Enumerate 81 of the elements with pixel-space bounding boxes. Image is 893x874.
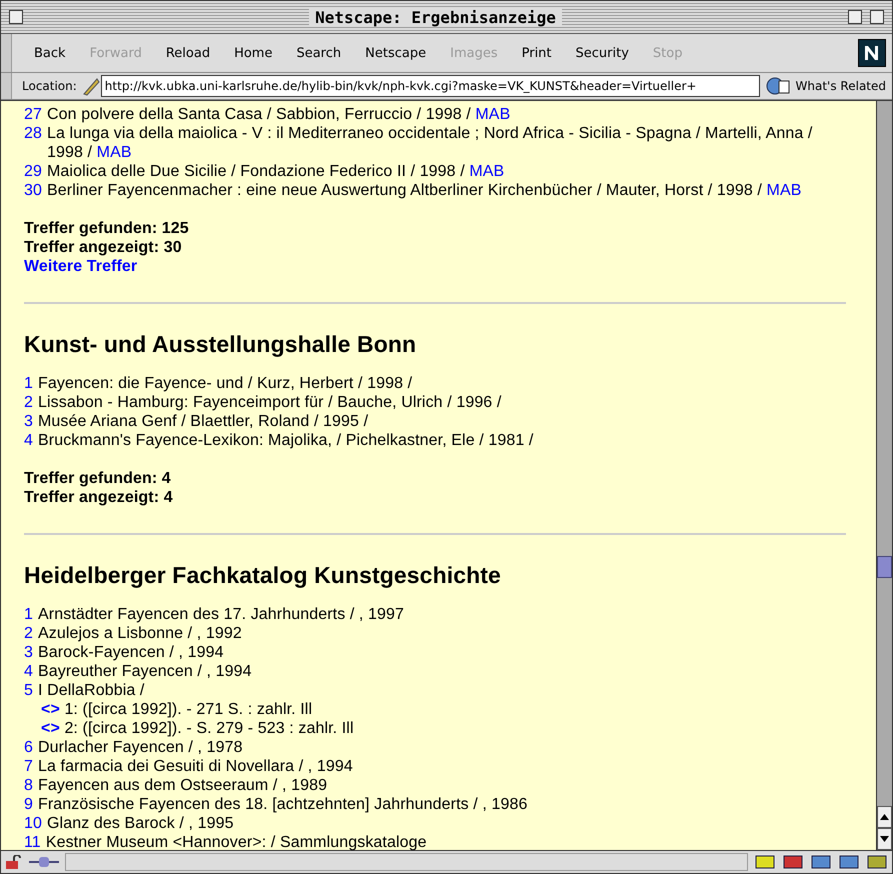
volume-text: 2: ([circa 1992]). - S. 279 - 523 : zahlr. Ill [64,720,354,737]
result-text: La lunga via della maiolica - V : il Mediterraneo occidentale ; Nord Africa - Sicilia - Spagna / Martelli, Anna / 1998 / MAB [47,124,814,162]
result-text: Fayencen: die Fayence- und / Kurz, Herbert / 1998 / [38,374,412,393]
result-number-link[interactable]: 5 [24,681,33,700]
mab-link[interactable]: MAB [96,144,132,161]
toolbar-button[interactable]: Search [284,34,354,72]
window-title: Netscape: Ergebnisanzeige [309,8,562,26]
result-number-link[interactable]: 8 [24,776,33,795]
scrollbar[interactable] [876,101,892,850]
component-bar-icon[interactable] [782,854,804,870]
result-number-link[interactable]: 11 [24,833,41,850]
location-label: Location: [22,79,77,93]
toolbar-grip[interactable] [1,34,12,72]
result-text: Bruckmann's Fayence-Lexikon: Majolika, / Pichelkastner, Ele / 1981 / [38,431,534,450]
component-bar-icon[interactable] [754,854,776,870]
result-number-link[interactable]: 10 [24,814,42,833]
whats-related-button[interactable]: What's Related [792,79,886,93]
result-text: Fayencen aus dem Ostseeraum / , 1989 [38,776,328,795]
logo-icon [858,39,886,67]
volume-link[interactable]: <> [41,720,60,737]
result-number-link[interactable]: 4 [24,431,33,450]
toolbar-button[interactable]: Home [222,34,284,72]
hits-found: Treffer gefunden: 125 [24,219,190,238]
volume-link[interactable]: <> [41,701,60,718]
result-number-link[interactable]: 6 [24,738,33,757]
result-text: Glanz des Barock / , 1995 [47,814,234,833]
collapse-box-icon[interactable] [870,10,884,24]
mab-link[interactable]: MAB [475,106,510,123]
up-arrow-icon [880,814,889,820]
component-bar-icon[interactable] [866,854,888,870]
result-number-link[interactable]: 3 [24,412,33,431]
result-number-link[interactable]: 4 [24,662,33,681]
result-text: Kestner Museum <Hannover>: / Sammlungskataloge [46,833,427,850]
down-arrow-icon [880,836,889,842]
component-bar-icon[interactable] [810,854,832,870]
result-number-link[interactable]: 29 [24,162,42,181]
result-number-link[interactable]: 3 [24,643,33,662]
close-box-icon[interactable] [9,10,23,24]
hits-shown: Treffer angezeigt: 30 [24,238,183,257]
toolbar-button[interactable]: Print [510,34,564,72]
connection-plug-icon [29,856,59,868]
result-number-link[interactable]: 1 [24,605,33,624]
result-number-link[interactable]: 30 [24,181,42,200]
url-field[interactable]: http://kvk.ubka.uni-karlsruhe.de/hylib-bin/kvk/nph-kvk.cgi?maske=VK_KUNST&header=Virtueller+ [100,75,760,97]
toolbar-grip[interactable] [1,73,12,99]
result-text: I DellaRobbia / [38,681,144,700]
result-number-link[interactable]: 1 [24,374,33,393]
result-text: La farmacia dei Gesuiti di Novellara / , 1994 [38,757,353,776]
result-text: Maiolica delle Due Sicilie / Fondazione Federico II / 1998 / MAB [47,162,504,181]
mab-link[interactable]: MAB [469,163,504,180]
result-number-link[interactable]: 2 [24,624,33,643]
hits-shown: Treffer angezeigt: 4 [24,488,174,507]
result-text: Berliner Fayencenmacher : eine neue Auswertung Altberliner Kirchenbücher / Mauter, Horst / 1998 / MAB [47,181,802,200]
volume-text: 1: ([circa 1992]). - 271 S. : zahlr. Ill [64,701,312,718]
result-text: Durlacher Fayencen / , 1978 [38,738,243,757]
mab-link[interactable]: MAB [766,182,802,199]
result-number-link[interactable]: 28 [24,124,42,162]
scroll-thumb[interactable] [877,556,892,578]
toolbar-button[interactable]: Netscape [353,34,438,72]
component-bar-icon[interactable] [838,854,860,870]
toolbar-button[interactable]: Security [564,34,641,72]
result-text: Barock-Fayencen / , 1994 [38,643,224,662]
hits-found: Treffer gefunden: 4 [24,469,172,488]
result-text: Arnstädter Fayencen des 17. Jahrhunderts / , 1997 [38,605,404,624]
toolbar-button[interactable]: Back [22,34,78,72]
result-number-link[interactable]: 9 [24,795,33,814]
result-number-link[interactable]: 2 [24,393,33,412]
result-text: Französische Fayencen des 18. [achtzehnten] Jahrhunderts / , 1986 [38,795,528,814]
zoom-box-icon[interactable] [848,10,862,24]
section-heading: Heidelberger Fachkatalog Kunstgeschichte [24,561,502,589]
result-text: Con polvere della Santa Casa / Sabbion, Ferruccio / 1998 / MAB [47,105,510,124]
result-text: Azulejos a Lisbonne / , 1992 [38,624,242,643]
result-number-link[interactable]: 7 [24,757,33,776]
section-heading: Kunst- und Ausstellungshalle Bonn [24,330,418,358]
result-text: Bayreuther Fayencen / , 1994 [38,662,252,681]
result-text: Musée Ariana Genf / Blaettler, Roland / 1995 / [38,412,368,431]
result-text: Lissabon - Hamburg: Fayenceimport für / Bauche, Ulrich / 1996 / [38,393,502,412]
unlocked-padlock-icon[interactable] [5,855,23,869]
result-number-link[interactable]: 27 [24,105,42,124]
toolbar-button[interactable]: Reload [154,34,222,72]
more-hits-link[interactable]: Weitere Treffer [24,257,846,276]
